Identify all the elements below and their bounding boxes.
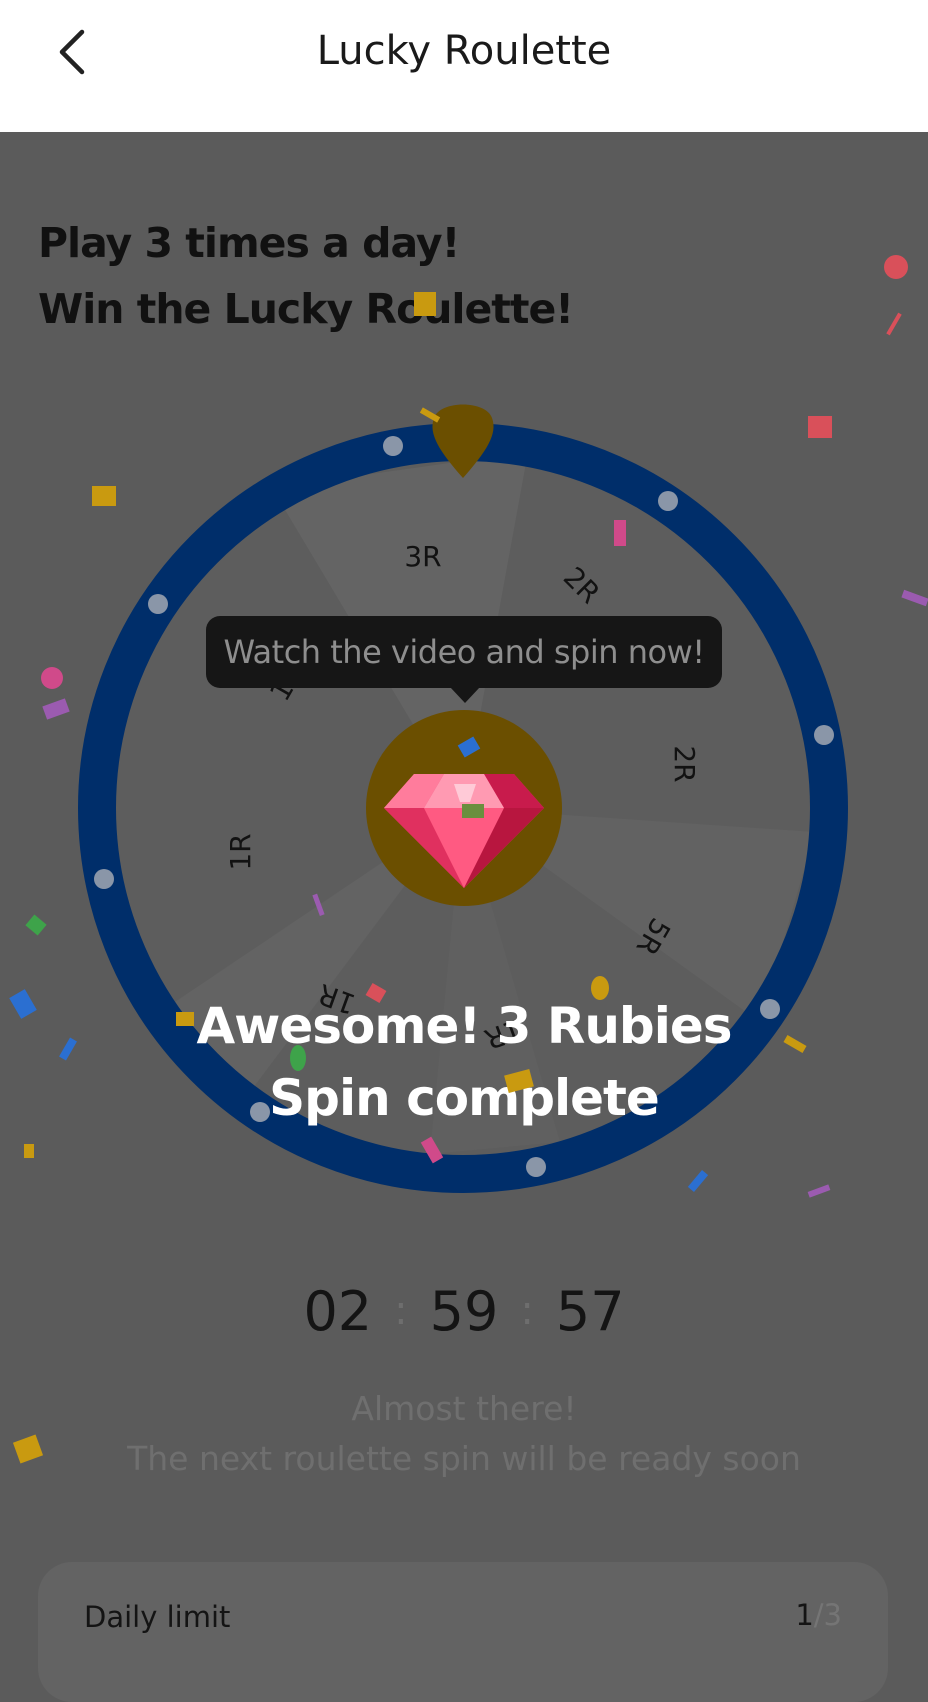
result-line-1: Awesome! 3 Rubies <box>196 997 732 1055</box>
daily-limit-used: 1 <box>795 1598 814 1632</box>
result-message: Awesome! 3 Rubies Spin complete <box>0 990 928 1134</box>
wheel-label-3r: 3R <box>404 540 441 573</box>
result-line-2: Spin complete <box>269 1069 660 1127</box>
timer-seconds: 57 <box>555 1280 625 1343</box>
app-header: Lucky Roulette <box>0 0 928 132</box>
ring-light <box>526 1157 546 1177</box>
ring-light <box>148 594 168 614</box>
ring-light <box>94 869 114 889</box>
timer-hours: 02 <box>303 1280 373 1343</box>
daily-limit-value: 1/3 <box>795 1598 842 1632</box>
timer-minutes: 59 <box>429 1280 499 1343</box>
wheel-label-1r-c: 1R <box>224 833 257 870</box>
message-line-1: Almost there! <box>351 1389 577 1428</box>
message-line-2: The next roulette spin will be ready soo… <box>127 1439 801 1478</box>
tooltip-arrow <box>450 687 480 703</box>
ring-light <box>383 436 403 456</box>
daily-limit-card: Daily limit 1/3 <box>38 1562 888 1702</box>
timer-separator: : <box>394 1288 408 1334</box>
page-title: Lucky Roulette <box>316 28 612 74</box>
spin-button[interactable] <box>366 710 562 906</box>
ring-light <box>814 725 834 745</box>
roulette-page: Play 3 times a day! Win the Lucky Roulet… <box>0 132 928 1702</box>
watch-video-tooltip[interactable]: Watch the video and spin now! <box>206 616 722 688</box>
daily-limit-label: Daily limit <box>84 1600 231 1634</box>
ring-light <box>658 491 678 511</box>
next-spin-message: Almost there! The next roulette spin wil… <box>0 1384 928 1484</box>
wheel-label-2r-b: 2R <box>668 745 701 782</box>
ruby-gem-icon <box>384 774 544 888</box>
countdown-timer: 02:59:57 <box>0 1280 928 1343</box>
daily-limit-slash: / <box>813 1598 824 1632</box>
daily-limit-total: 3 <box>823 1598 842 1632</box>
timer-separator: : <box>520 1288 534 1334</box>
